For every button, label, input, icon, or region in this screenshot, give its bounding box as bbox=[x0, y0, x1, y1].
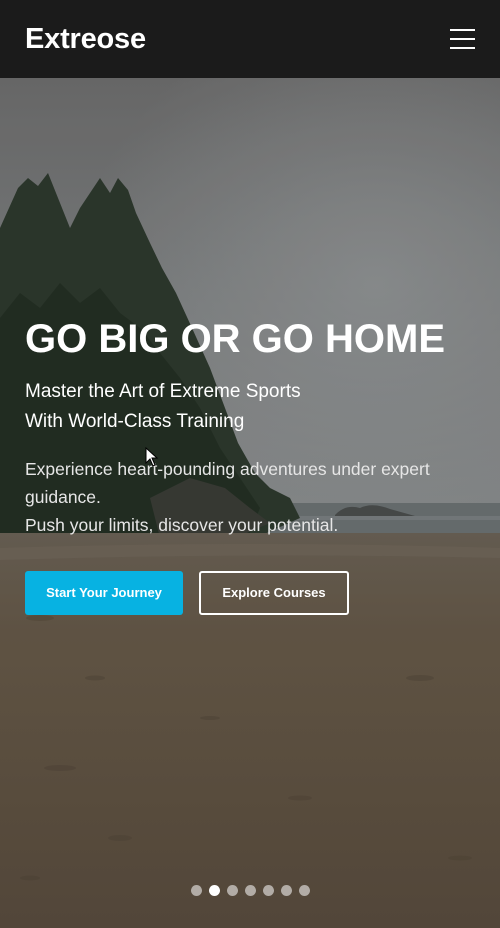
menu-bar-bottom bbox=[450, 47, 475, 49]
menu-bar-top bbox=[450, 29, 475, 31]
explore-courses-button[interactable]: Explore Courses bbox=[199, 571, 349, 615]
hero-subheading: Master the Art of Extreme Sports With Wo… bbox=[25, 377, 301, 437]
carousel-dot-6[interactable] bbox=[281, 885, 292, 896]
carousel-dot-3[interactable] bbox=[227, 885, 238, 896]
subhead-line-1: Master the Art of Extreme Sports bbox=[25, 381, 301, 402]
carousel-dot-1[interactable] bbox=[191, 885, 202, 896]
hero-description: Experience heart-pounding adventures und… bbox=[25, 455, 475, 539]
carousel-dot-7[interactable] bbox=[299, 885, 310, 896]
subhead-line-2: With World-Class Training bbox=[25, 411, 245, 432]
carousel-dot-4[interactable] bbox=[245, 885, 256, 896]
carousel-dot-5[interactable] bbox=[263, 885, 274, 896]
start-journey-button[interactable]: Start Your Journey bbox=[25, 571, 183, 615]
menu-bar-middle bbox=[450, 38, 475, 40]
top-navbar: Extreose bbox=[0, 0, 500, 78]
hamburger-menu-icon[interactable] bbox=[446, 24, 478, 54]
hero-headline: GO BIG OR GO HOME bbox=[25, 317, 446, 361]
page: Extreose GO BIG OR GO HOME Master the Ar… bbox=[0, 0, 500, 928]
hero-section: GO BIG OR GO HOME Master the Art of Extr… bbox=[0, 78, 500, 928]
mouse-cursor-icon bbox=[145, 447, 159, 467]
desc-line-1: Experience heart-pounding adventures und… bbox=[25, 459, 430, 479]
carousel-dot-2[interactable] bbox=[209, 885, 220, 896]
carousel-dots bbox=[191, 885, 310, 896]
desc-line-2: guidance. bbox=[25, 487, 101, 507]
desc-line-3: Push your limits, discover your potentia… bbox=[25, 515, 339, 535]
brand-logo[interactable]: Extreose bbox=[25, 21, 146, 57]
